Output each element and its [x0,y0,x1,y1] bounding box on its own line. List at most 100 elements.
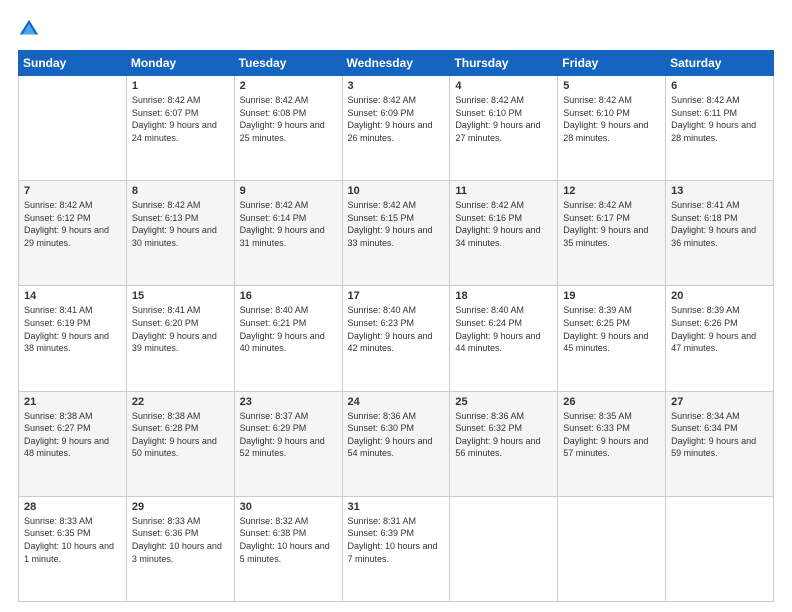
day-cell [558,496,666,601]
day-info: Sunrise: 8:42 AMSunset: 6:09 PMDaylight:… [348,94,445,144]
day-info: Sunrise: 8:31 AMSunset: 6:39 PMDaylight:… [348,515,445,565]
day-cell: 29 Sunrise: 8:33 AMSunset: 6:36 PMDaylig… [126,496,234,601]
day-info: Sunrise: 8:33 AMSunset: 6:35 PMDaylight:… [24,515,121,565]
day-cell [450,496,558,601]
day-info: Sunrise: 8:42 AMSunset: 6:10 PMDaylight:… [455,94,552,144]
logo [18,18,44,40]
day-info: Sunrise: 8:41 AMSunset: 6:19 PMDaylight:… [24,304,121,354]
day-cell: 4 Sunrise: 8:42 AMSunset: 6:10 PMDayligh… [450,76,558,181]
day-info: Sunrise: 8:36 AMSunset: 6:32 PMDaylight:… [455,410,552,460]
day-cell: 20 Sunrise: 8:39 AMSunset: 6:26 PMDaylig… [666,286,774,391]
day-number: 11 [455,185,552,197]
day-number: 24 [348,396,445,408]
day-cell: 14 Sunrise: 8:41 AMSunset: 6:19 PMDaylig… [19,286,127,391]
day-number: 25 [455,396,552,408]
weekday-header-monday: Monday [126,51,234,76]
day-cell [19,76,127,181]
day-number: 1 [132,80,229,92]
day-number: 29 [132,501,229,513]
day-number: 27 [671,396,768,408]
day-info: Sunrise: 8:34 AMSunset: 6:34 PMDaylight:… [671,410,768,460]
day-number: 15 [132,290,229,302]
day-info: Sunrise: 8:33 AMSunset: 6:36 PMDaylight:… [132,515,229,565]
day-info: Sunrise: 8:40 AMSunset: 6:24 PMDaylight:… [455,304,552,354]
day-number: 17 [348,290,445,302]
day-cell: 26 Sunrise: 8:35 AMSunset: 6:33 PMDaylig… [558,391,666,496]
day-number: 21 [24,396,121,408]
weekday-header-thursday: Thursday [450,51,558,76]
day-cell: 5 Sunrise: 8:42 AMSunset: 6:10 PMDayligh… [558,76,666,181]
week-row-1: 1 Sunrise: 8:42 AMSunset: 6:07 PMDayligh… [19,76,774,181]
day-cell: 19 Sunrise: 8:39 AMSunset: 6:25 PMDaylig… [558,286,666,391]
day-cell [666,496,774,601]
day-info: Sunrise: 8:42 AMSunset: 6:15 PMDaylight:… [348,199,445,249]
day-number: 22 [132,396,229,408]
day-cell: 7 Sunrise: 8:42 AMSunset: 6:12 PMDayligh… [19,181,127,286]
day-number: 8 [132,185,229,197]
weekday-header-wednesday: Wednesday [342,51,450,76]
day-info: Sunrise: 8:36 AMSunset: 6:30 PMDaylight:… [348,410,445,460]
day-info: Sunrise: 8:41 AMSunset: 6:20 PMDaylight:… [132,304,229,354]
day-number: 16 [240,290,337,302]
day-cell: 15 Sunrise: 8:41 AMSunset: 6:20 PMDaylig… [126,286,234,391]
weekday-header-friday: Friday [558,51,666,76]
day-number: 13 [671,185,768,197]
day-info: Sunrise: 8:32 AMSunset: 6:38 PMDaylight:… [240,515,337,565]
week-row-4: 21 Sunrise: 8:38 AMSunset: 6:27 PMDaylig… [19,391,774,496]
day-number: 9 [240,185,337,197]
day-cell: 12 Sunrise: 8:42 AMSunset: 6:17 PMDaylig… [558,181,666,286]
day-info: Sunrise: 8:42 AMSunset: 6:10 PMDaylight:… [563,94,660,144]
day-number: 3 [348,80,445,92]
day-cell: 10 Sunrise: 8:42 AMSunset: 6:15 PMDaylig… [342,181,450,286]
day-info: Sunrise: 8:39 AMSunset: 6:26 PMDaylight:… [671,304,768,354]
day-info: Sunrise: 8:42 AMSunset: 6:12 PMDaylight:… [24,199,121,249]
day-number: 23 [240,396,337,408]
day-info: Sunrise: 8:35 AMSunset: 6:33 PMDaylight:… [563,410,660,460]
day-cell: 25 Sunrise: 8:36 AMSunset: 6:32 PMDaylig… [450,391,558,496]
day-cell: 23 Sunrise: 8:37 AMSunset: 6:29 PMDaylig… [234,391,342,496]
day-info: Sunrise: 8:42 AMSunset: 6:11 PMDaylight:… [671,94,768,144]
day-cell: 2 Sunrise: 8:42 AMSunset: 6:08 PMDayligh… [234,76,342,181]
day-cell: 17 Sunrise: 8:40 AMSunset: 6:23 PMDaylig… [342,286,450,391]
day-number: 6 [671,80,768,92]
day-number: 12 [563,185,660,197]
day-cell: 31 Sunrise: 8:31 AMSunset: 6:39 PMDaylig… [342,496,450,601]
day-info: Sunrise: 8:42 AMSunset: 6:16 PMDaylight:… [455,199,552,249]
calendar-table: SundayMondayTuesdayWednesdayThursdayFrid… [18,50,774,602]
page: SundayMondayTuesdayWednesdayThursdayFrid… [0,0,792,612]
weekday-header-saturday: Saturday [666,51,774,76]
day-cell: 21 Sunrise: 8:38 AMSunset: 6:27 PMDaylig… [19,391,127,496]
day-info: Sunrise: 8:42 AMSunset: 6:13 PMDaylight:… [132,199,229,249]
day-number: 26 [563,396,660,408]
day-info: Sunrise: 8:38 AMSunset: 6:27 PMDaylight:… [24,410,121,460]
day-number: 2 [240,80,337,92]
day-cell: 18 Sunrise: 8:40 AMSunset: 6:24 PMDaylig… [450,286,558,391]
weekday-header-tuesday: Tuesday [234,51,342,76]
day-cell: 11 Sunrise: 8:42 AMSunset: 6:16 PMDaylig… [450,181,558,286]
day-number: 20 [671,290,768,302]
day-number: 5 [563,80,660,92]
day-number: 31 [348,501,445,513]
day-cell: 3 Sunrise: 8:42 AMSunset: 6:09 PMDayligh… [342,76,450,181]
day-info: Sunrise: 8:42 AMSunset: 6:08 PMDaylight:… [240,94,337,144]
logo-icon [18,18,40,40]
day-number: 30 [240,501,337,513]
week-row-5: 28 Sunrise: 8:33 AMSunset: 6:35 PMDaylig… [19,496,774,601]
weekday-header-sunday: Sunday [19,51,127,76]
day-cell: 24 Sunrise: 8:36 AMSunset: 6:30 PMDaylig… [342,391,450,496]
day-info: Sunrise: 8:37 AMSunset: 6:29 PMDaylight:… [240,410,337,460]
day-number: 14 [24,290,121,302]
week-row-2: 7 Sunrise: 8:42 AMSunset: 6:12 PMDayligh… [19,181,774,286]
header [18,18,774,40]
day-info: Sunrise: 8:41 AMSunset: 6:18 PMDaylight:… [671,199,768,249]
day-info: Sunrise: 8:42 AMSunset: 6:17 PMDaylight:… [563,199,660,249]
day-info: Sunrise: 8:40 AMSunset: 6:23 PMDaylight:… [348,304,445,354]
week-row-3: 14 Sunrise: 8:41 AMSunset: 6:19 PMDaylig… [19,286,774,391]
day-number: 10 [348,185,445,197]
day-cell: 6 Sunrise: 8:42 AMSunset: 6:11 PMDayligh… [666,76,774,181]
day-cell: 27 Sunrise: 8:34 AMSunset: 6:34 PMDaylig… [666,391,774,496]
day-cell: 22 Sunrise: 8:38 AMSunset: 6:28 PMDaylig… [126,391,234,496]
day-cell: 9 Sunrise: 8:42 AMSunset: 6:14 PMDayligh… [234,181,342,286]
day-info: Sunrise: 8:39 AMSunset: 6:25 PMDaylight:… [563,304,660,354]
day-info: Sunrise: 8:42 AMSunset: 6:14 PMDaylight:… [240,199,337,249]
